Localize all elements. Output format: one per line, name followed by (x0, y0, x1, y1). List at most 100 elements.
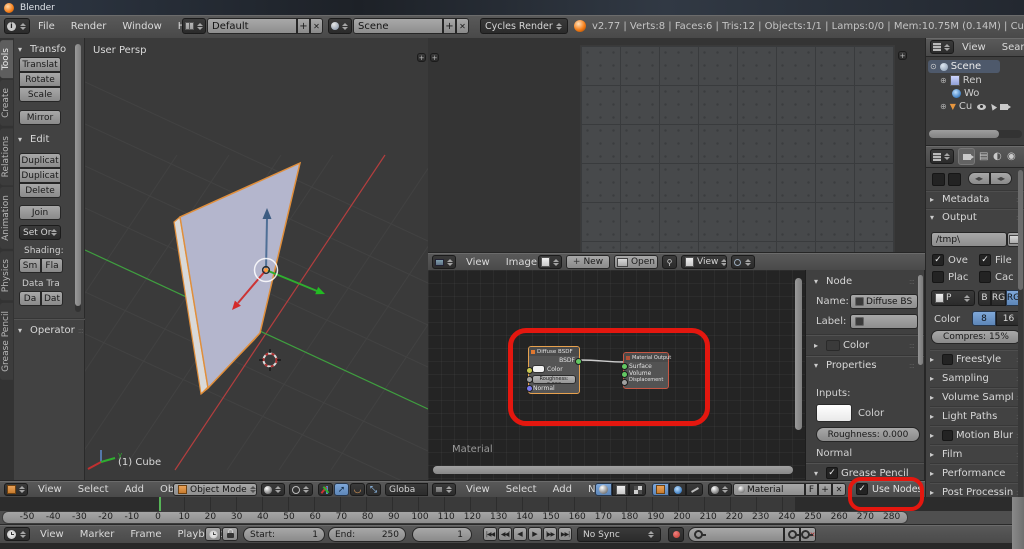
tab-scene[interactable]: ◐ (993, 151, 1002, 162)
editor-type-node-button[interactable] (432, 483, 456, 496)
color-panel-header[interactable]: ▸Color (814, 340, 914, 351)
set-origin-button[interactable]: Set Or (19, 225, 61, 240)
play-button[interactable]: ▶ (528, 527, 542, 541)
compression-slider[interactable]: Compres: 15% (931, 330, 1021, 344)
world-shader-button[interactable] (669, 483, 686, 496)
depth-8-button[interactable]: 8 (972, 311, 996, 326)
grease-pencil-panel-header[interactable]: ▾Grease Pencil (814, 467, 914, 479)
timeline-menu-view[interactable]: View (32, 529, 72, 540)
sync-select[interactable]: No Sync (577, 527, 661, 542)
outliner-menu-view[interactable]: View (954, 42, 994, 53)
prev-keyframe-button[interactable]: ◀◀| (498, 527, 512, 541)
region-toggle-button[interactable]: + (417, 53, 426, 62)
data-transfer-button[interactable]: Da (19, 291, 41, 306)
roughness-slider[interactable]: Roughness: 0.000 (816, 427, 920, 442)
pin-button[interactable]: ⚲ (662, 255, 677, 269)
mirror-button[interactable]: Mirror (19, 110, 61, 125)
delete-button[interactable]: Delete (19, 183, 61, 198)
texture-nodes-button[interactable] (629, 483, 646, 496)
color-input-socket[interactable] (526, 367, 533, 374)
scrollbar-thumb[interactable] (1018, 170, 1023, 290)
use-nodes-toggle[interactable]: Use Nodes (856, 483, 923, 495)
playback-range-button[interactable] (205, 527, 221, 541)
jump-to-end-button[interactable]: ▶▶| (558, 527, 572, 541)
tab-render[interactable] (958, 148, 975, 165)
pin-id-toggle-2[interactable] (948, 173, 961, 186)
data-layout-button[interactable]: Dat (41, 291, 63, 306)
start-frame-field[interactable]: Start: 1 (243, 527, 325, 542)
viewport-menu-select[interactable]: Select (70, 484, 117, 495)
node-name-field[interactable]: Diffuse BS (850, 294, 918, 309)
pin-id-toggle[interactable] (932, 173, 945, 186)
color-swatch[interactable] (532, 365, 545, 373)
panel-drag-dots[interactable] (78, 326, 83, 335)
sidebar-scrollbar[interactable] (918, 275, 923, 365)
cursor-3d[interactable] (259, 349, 281, 371)
file-ext-checkbox[interactable] (979, 254, 991, 266)
material-name-field[interactable]: Material (733, 483, 805, 496)
tool-tab-create[interactable]: Create (0, 80, 13, 126)
outliner-hscrollbar[interactable] (929, 130, 1022, 138)
outliner-row-cube[interactable]: ⊕ ▼ Cu (940, 100, 1024, 113)
editor-type-timeline-button[interactable] (4, 527, 30, 541)
overwrite-toggle[interactable]: Ove (932, 254, 968, 266)
metadata-panel-header[interactable]: ▸Metadata (926, 190, 1024, 208)
shade-smooth-button[interactable]: Sm (19, 258, 41, 273)
manipulator-axes-button[interactable] (318, 483, 333, 496)
properties-panel[interactable]: ▸Freestyle (930, 349, 1021, 368)
panel-checkbox[interactable] (942, 354, 953, 365)
info-menu-window[interactable]: Window (114, 21, 169, 32)
panel-drag-dots[interactable] (909, 341, 914, 350)
node-canvas-hscrollbar[interactable] (433, 466, 793, 474)
outliner-menu-search[interactable]: Search (994, 42, 1024, 53)
timeline-menu-frame[interactable]: Frame (122, 529, 169, 540)
cache-toggle[interactable]: Cac (979, 271, 1014, 283)
mode-select[interactable]: Object Mode (173, 483, 257, 496)
panel-drag-dots[interactable] (909, 277, 914, 286)
material-unlink-button[interactable]: ✕ (832, 483, 846, 496)
image-browse-button[interactable] (538, 255, 562, 269)
join-button[interactable]: Join (19, 205, 61, 220)
tab-world[interactable]: ◉ (1007, 151, 1016, 162)
linestyle-shader-button[interactable] (686, 483, 703, 496)
scene-add-button[interactable]: + (443, 18, 456, 34)
region-toggle-button[interactable]: + (898, 51, 907, 60)
editor-type-3dview-button[interactable] (4, 483, 28, 496)
scale-button[interactable]: Scale (19, 87, 61, 102)
viewport-3d[interactable]: y User Persp (1) Cube + (85, 38, 429, 480)
shader-nodes-button[interactable] (595, 483, 612, 496)
node-header[interactable]: Material Output (624, 353, 668, 362)
renderability-camera-icon[interactable] (1000, 104, 1008, 110)
properties-panel[interactable]: ▸Sampling (930, 368, 1021, 387)
properties-panel-header[interactable]: ▾Properties (814, 360, 914, 371)
scrollbar-thumb[interactable] (75, 44, 81, 306)
placeholders-checkbox[interactable] (932, 271, 944, 283)
keying-set-field[interactable] (688, 527, 784, 542)
manipulator-rotate-button[interactable]: ◡ (350, 483, 365, 496)
duplicate-button[interactable]: Duplicat (19, 153, 61, 168)
screen-layout-delete-button[interactable]: ✕ (310, 18, 323, 34)
region-toggle-button[interactable]: + (430, 53, 439, 62)
scene-delete-button[interactable]: ✕ (456, 18, 469, 34)
outliner-row-scene[interactable]: ⊙ Scene (928, 60, 1000, 73)
image-open-button[interactable]: Open (614, 255, 658, 269)
node-menu-select[interactable]: Select (498, 484, 545, 495)
surface-input-socket[interactable] (621, 363, 628, 370)
nav-forward-button[interactable]: ◂▸ (990, 172, 1012, 185)
tab-render-layers[interactable]: ▤ (979, 151, 988, 162)
properties-panel[interactable]: ▸Performance (930, 463, 1021, 482)
node-canvas-vscrollbar[interactable] (795, 278, 802, 430)
placeholders-toggle[interactable]: Plac (932, 271, 968, 283)
transform-panel-header[interactable]: ▾Transfo (18, 44, 80, 55)
screen-layout-add-button[interactable]: + (297, 18, 310, 34)
expand-icon[interactable]: ⊕ (940, 76, 947, 85)
translate-button[interactable]: Translat (19, 57, 61, 72)
material-output-node[interactable]: Material Output Surface Volume Displacem… (623, 352, 669, 389)
timeline-ruler[interactable]: -50-40-30-20-100102030405060708090100110… (0, 511, 1012, 524)
tool-tab-physics[interactable]: Physics (0, 251, 13, 300)
expand-icon[interactable]: ⊕ (940, 102, 947, 111)
volume-input-socket[interactable] (621, 371, 628, 378)
end-frame-field[interactable]: End: 250 (328, 527, 406, 542)
current-frame-field[interactable]: 1 (412, 527, 472, 542)
image-view-select[interactable]: View (681, 255, 727, 269)
